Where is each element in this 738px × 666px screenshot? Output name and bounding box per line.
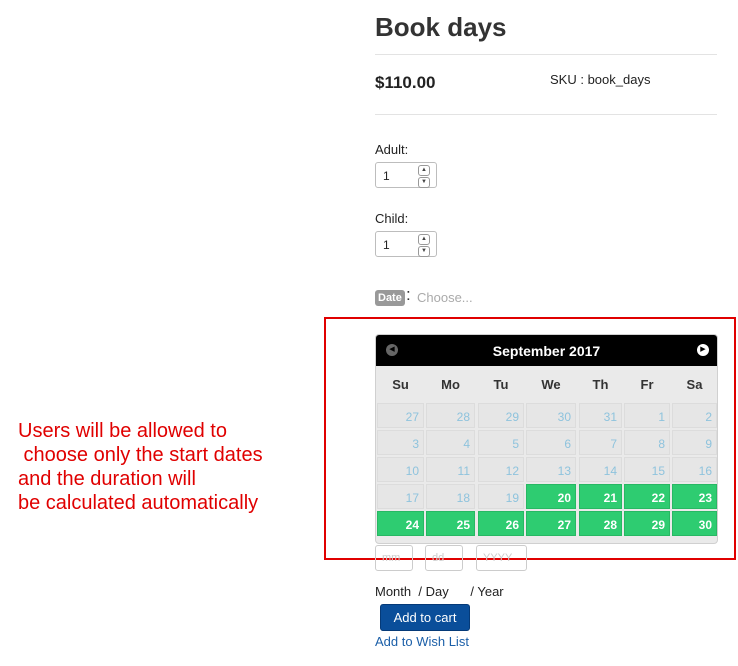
month-input[interactable]: mm [375, 545, 413, 571]
stepper-arrows-icon[interactable]: ▲ ▼ [418, 234, 430, 258]
date-badge: Date [375, 290, 405, 306]
divider [375, 114, 717, 115]
product-title: Book days [375, 12, 507, 42]
child-quantity-value: 1 [383, 238, 390, 252]
annotation-text: Users will be allowed to choose only the… [18, 420, 263, 514]
adult-quantity-input[interactable]: 1 ▲ ▼ [375, 162, 437, 188]
divider [375, 54, 717, 55]
product-sku: SKU : book_days [550, 72, 651, 87]
adult-quantity-value: 1 [383, 169, 390, 183]
date-format-label: Month / Day / Year [375, 584, 504, 599]
child-quantity-input[interactable]: 1 ▲ ▼ [375, 231, 437, 257]
product-price: $110.00 [375, 73, 436, 92]
year-input[interactable]: YYYY [476, 545, 527, 571]
child-label: Child: [375, 211, 409, 226]
add-to-wish-list-link[interactable]: Add to Wish List [375, 634, 469, 649]
adult-label: Adult: [375, 142, 409, 157]
date-colon: : [406, 285, 411, 304]
date-input[interactable]: Choose... [417, 290, 473, 305]
stepper-arrows-icon[interactable]: ▲ ▼ [418, 165, 430, 189]
add-to-cart-button[interactable]: Add to cart [380, 604, 470, 631]
annotation-highlight-box [324, 317, 736, 560]
day-input[interactable]: dd [425, 545, 463, 571]
